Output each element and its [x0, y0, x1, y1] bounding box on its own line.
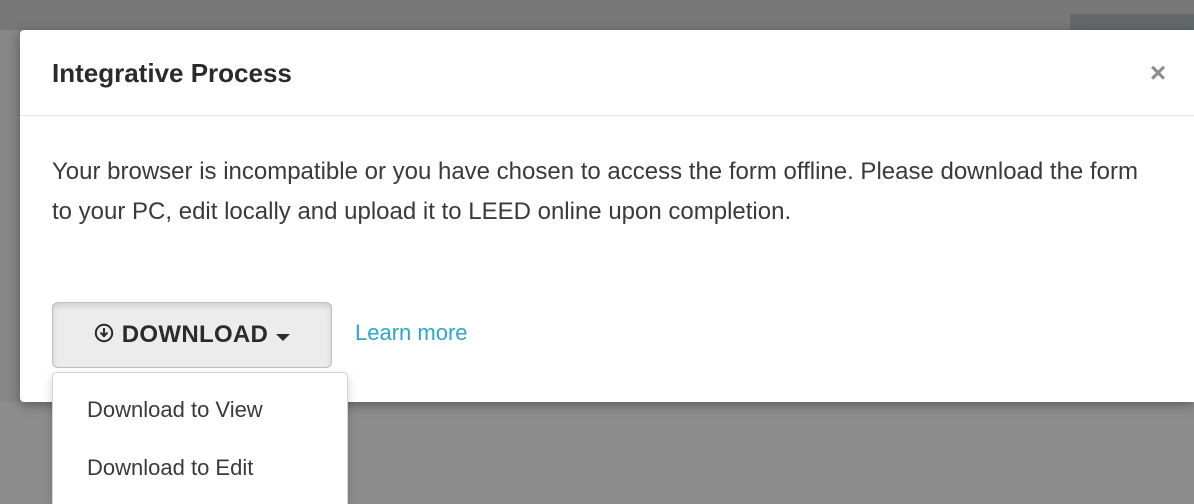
modal-title: Integrative Process — [52, 58, 292, 88]
close-icon: × — [1149, 57, 1167, 88]
close-button[interactable]: × — [1144, 58, 1172, 88]
download-button-label: DOWNLOAD — [121, 321, 269, 348]
learn-more-link[interactable]: Learn more — [355, 320, 468, 346]
modal-message: Your browser is incompatible or you have… — [52, 158, 1138, 225]
menu-item-download-to-view[interactable]: Download to View — [53, 381, 347, 439]
modal-dialog: Integrative Process × Your browser is in… — [20, 30, 1194, 402]
download-button[interactable]: DOWNLOAD — [52, 302, 332, 368]
menu-item-download-to-edit[interactable]: Download to Edit — [53, 439, 347, 497]
download-circle-icon — [94, 323, 114, 348]
caret-down-icon — [276, 333, 291, 341]
download-dropdown-menu: Download to View Download to Edit — [52, 372, 348, 504]
modal-header: Integrative Process × — [20, 30, 1194, 116]
